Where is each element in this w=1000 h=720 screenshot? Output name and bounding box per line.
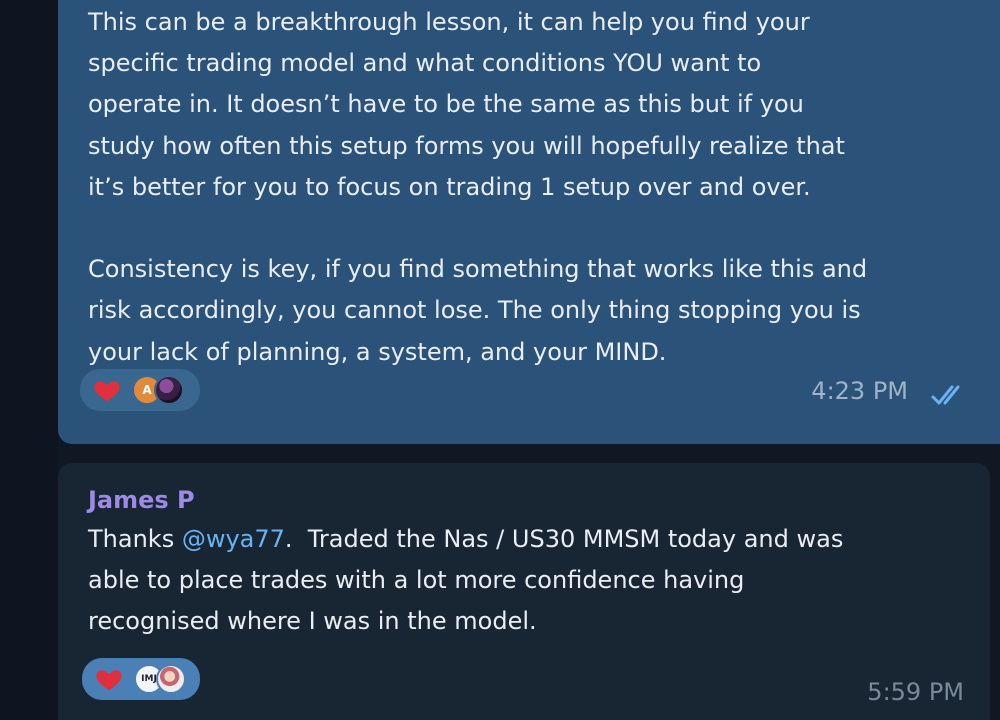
incoming-text-start: Thanks: [88, 525, 182, 553]
double-check-icon: [930, 382, 970, 408]
incoming-message-bubble[interactable]: James P Thanks @wya77. Traded the Nas / …: [58, 463, 990, 720]
reactor-avatar-photo[interactable]: [154, 375, 184, 405]
incoming-message-text: Thanks @wya77. Traded the Nas / US30 MMS…: [88, 519, 962, 642]
sender-name[interactable]: James P: [88, 483, 962, 517]
outgoing-message-text: This can be a breakthrough lesson, it ca…: [88, 8, 868, 366]
chat-left-margin: [0, 0, 58, 720]
incoming-reactions[interactable]: IMJ: [82, 658, 200, 700]
reactor-avatar-photo[interactable]: [156, 664, 186, 694]
incoming-message-time: 5:59 PM: [867, 678, 964, 706]
outgoing-message-bubble[interactable]: This can be a breakthrough lesson, it ca…: [58, 0, 1000, 444]
outgoing-message-time: 4:23 PM: [811, 377, 908, 405]
heart-icon[interactable]: [94, 664, 124, 694]
outgoing-reactions[interactable]: A: [80, 369, 200, 411]
chat-area: This can be a breakthrough lesson, it ca…: [0, 0, 1000, 720]
heart-icon[interactable]: [92, 375, 122, 405]
user-mention-link[interactable]: @wya77: [182, 525, 285, 553]
